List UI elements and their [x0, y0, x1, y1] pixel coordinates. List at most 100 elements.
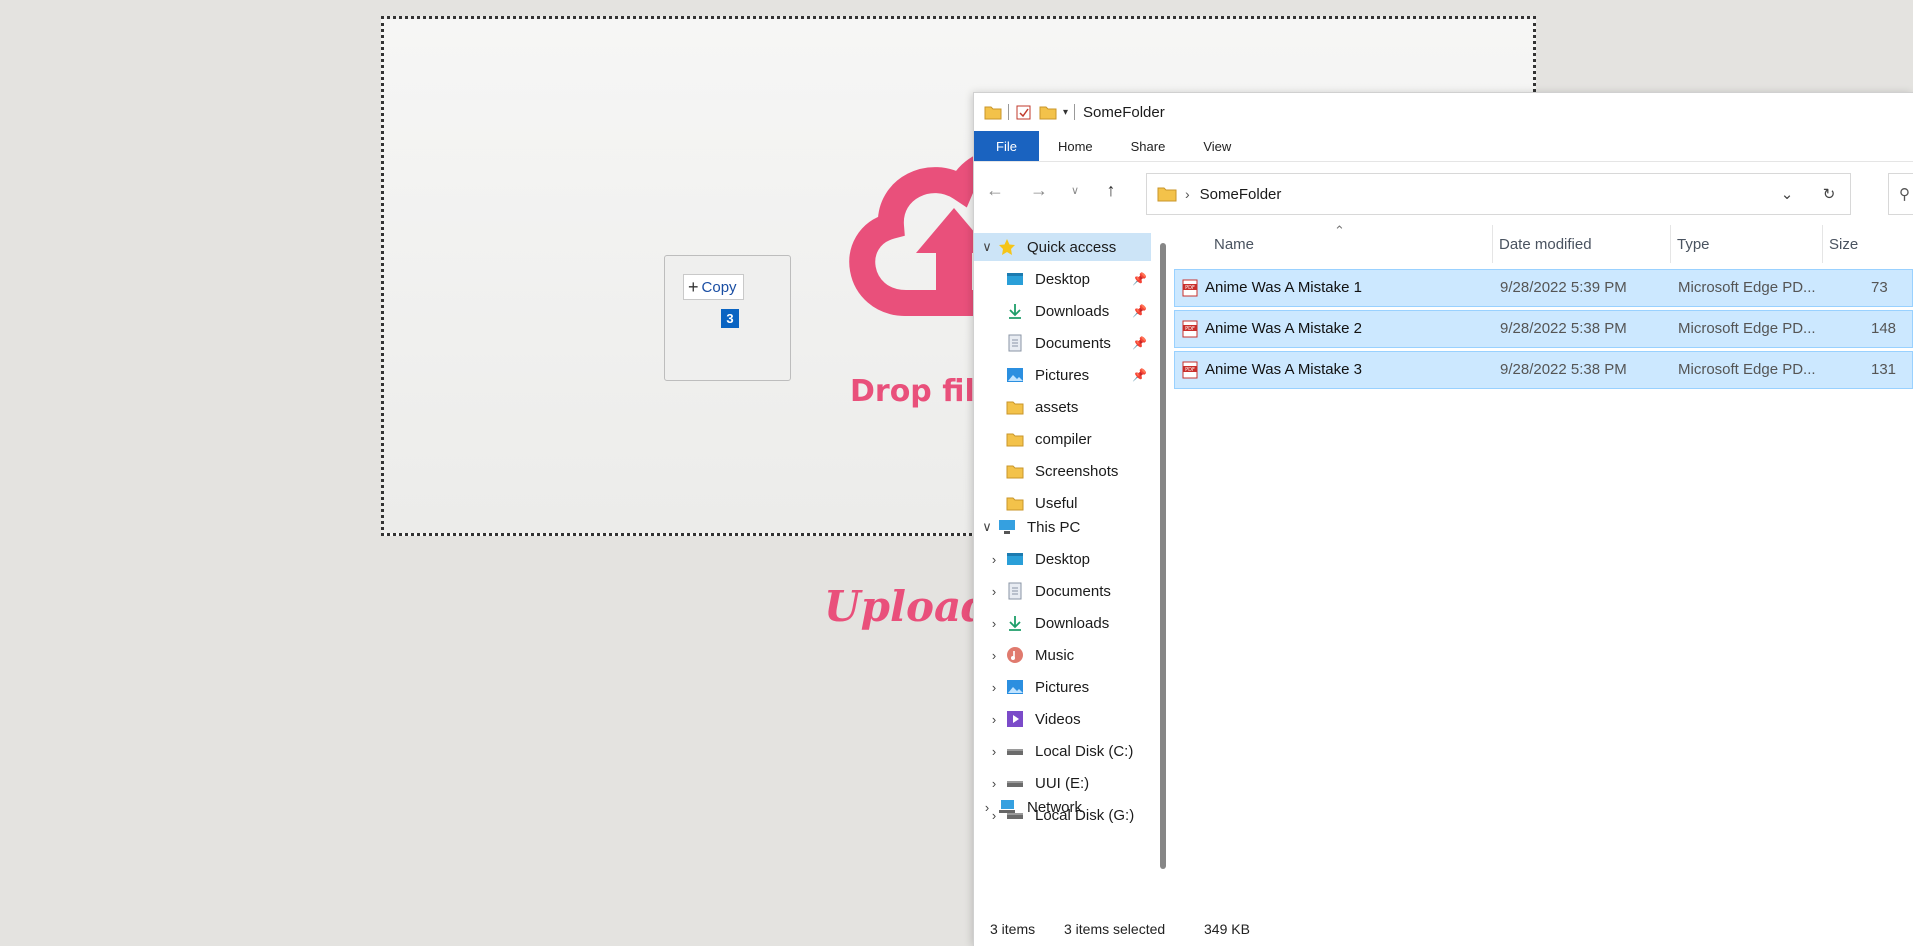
address-history-chevron-icon[interactable]: ⌄ [1766, 185, 1808, 203]
sidebar-item-documents[interactable]: Documents 📌 [974, 329, 1151, 357]
pin-icon[interactable]: 📌 [1132, 304, 1147, 318]
star-icon [997, 238, 1017, 256]
navigation-bar: ← → ∨ ↑ › SomeFolder ⌄ ↻ ⚲ [974, 163, 1913, 215]
sidebar-item-screenshots[interactable]: Screenshots [974, 457, 1151, 485]
search-input[interactable]: ⚲ [1888, 173, 1913, 215]
title-bar: ▾ SomeFolder [974, 93, 1913, 131]
forward-arrow-icon[interactable]: → [1022, 173, 1056, 207]
quick-access-toolbar: ▾ [974, 104, 1076, 121]
search-icon: ⚲ [1899, 186, 1910, 203]
chevron-right-icon[interactable]: › [987, 712, 1001, 727]
file-type: Microsoft Edge PD... [1678, 279, 1816, 296]
column-divider[interactable] [1822, 225, 1823, 263]
chevron-right-icon[interactable]: › [987, 552, 1001, 567]
chevron-right-icon[interactable]: › [987, 648, 1001, 663]
tab-share[interactable]: Share [1112, 131, 1185, 161]
tab-home[interactable]: Home [1039, 131, 1112, 161]
column-header-type[interactable]: Type [1677, 236, 1710, 253]
sidebar-item-pictures[interactable]: Pictures 📌 [974, 361, 1151, 389]
chevron-down-icon[interactable]: ∨ [980, 519, 994, 535]
documents-icon [1005, 582, 1025, 600]
sidebar-item-videos[interactable]: › Videos [974, 705, 1151, 733]
file-size: 148 [1871, 320, 1897, 337]
pictures-icon [1005, 678, 1025, 696]
sidebar-item-compiler[interactable]: compiler [974, 425, 1151, 453]
chevron-right-icon[interactable]: › [987, 744, 1001, 759]
table-row[interactable]: PDF Anime Was A Mistake 2 9/28/2022 5:38 P… [1174, 310, 1913, 348]
tab-view[interactable]: View [1184, 131, 1250, 161]
pdf-file-icon: PDF [1182, 361, 1198, 379]
pin-icon[interactable]: 📌 [1132, 336, 1147, 350]
sidebar-item-label: Desktop [1035, 550, 1091, 568]
sidebar-item-label: Useful [1035, 494, 1078, 512]
ribbon-tabs: File Home Share View [974, 131, 1913, 162]
music-icon [1005, 646, 1025, 664]
chevron-right-icon[interactable]: › [987, 776, 1001, 791]
file-name: Anime Was A Mistake 1 [1205, 279, 1363, 296]
up-arrow-icon[interactable]: ↑ [1094, 173, 1128, 207]
chevron-right-icon[interactable]: › [987, 680, 1001, 695]
folder-icon [1157, 187, 1177, 202]
customize-toolbar-icon[interactable]: ▾ [1063, 107, 1068, 118]
recent-locations-icon[interactable]: ∨ [1066, 173, 1084, 207]
sidebar-item-quick-access[interactable]: ∨ Quick access [974, 233, 1151, 261]
new-folder-icon[interactable] [1039, 105, 1057, 120]
column-header-date[interactable]: Date modified [1499, 236, 1592, 253]
pin-icon[interactable]: 📌 [1132, 368, 1147, 382]
properties-icon[interactable] [1015, 104, 1033, 121]
sidebar-item-pictures[interactable]: › Pictures [974, 673, 1151, 701]
sidebar-item-label: Local Disk (C:) [1035, 742, 1134, 760]
chevron-down-icon[interactable]: ∨ [980, 239, 994, 255]
column-headers: ⌃ Name Date modified Type Size [1174, 223, 1913, 263]
videos-icon [1005, 710, 1025, 728]
address-bar[interactable]: › SomeFolder ⌄ ↻ [1146, 173, 1851, 215]
sidebar-item-label: This PC [1027, 518, 1081, 536]
sidebar-item-this-pc[interactable]: ∨ This PC [974, 513, 1151, 541]
sidebar-item-documents[interactable]: › Documents [974, 577, 1151, 605]
folder-icon [1005, 494, 1025, 512]
status-selected-size: 349 KB [1204, 920, 1250, 937]
svg-text:PDF: PDF [1185, 285, 1195, 291]
refresh-icon[interactable]: ↻ [1808, 185, 1850, 203]
file-size: 131 [1871, 361, 1897, 378]
sidebar-item-downloads[interactable]: › Downloads [974, 609, 1151, 637]
column-header-size[interactable]: Size [1829, 236, 1858, 253]
column-divider[interactable] [1670, 225, 1671, 263]
drag-ghost: + Copy 3 [664, 255, 791, 381]
sidebar-item-local-disk-c[interactable]: › Local Disk (C:) [974, 737, 1151, 765]
chevron-right-icon[interactable]: › [987, 616, 1001, 631]
folder-icon [1005, 398, 1025, 416]
pictures-icon [1005, 366, 1025, 384]
sidebar-item-label: Screenshots [1035, 462, 1119, 480]
sidebar-item-downloads[interactable]: Downloads 📌 [974, 297, 1151, 325]
divider [1074, 104, 1076, 120]
pdf-file-icon: PDF [1182, 320, 1198, 338]
drive-icon [1005, 774, 1025, 792]
sidebar-item-network[interactable]: › Network [974, 793, 1151, 821]
table-row[interactable]: PDF Anime Was A Mistake 3 9/28/2022 5:38 P… [1174, 351, 1913, 389]
table-row[interactable]: PDF Anime Was A Mistake 1 9/28/2022 5:39 P… [1174, 269, 1913, 307]
chevron-right-icon[interactable]: › [980, 800, 994, 815]
column-header-name[interactable]: Name [1214, 236, 1254, 253]
chevron-right-icon[interactable]: › [987, 584, 1001, 599]
file-type: Microsoft Edge PD... [1678, 320, 1816, 337]
file-type: Microsoft Edge PD... [1678, 361, 1816, 378]
tab-file[interactable]: File [974, 131, 1039, 161]
breadcrumb-chevron-icon[interactable]: › [1185, 186, 1190, 202]
sidebar-item-desktop[interactable]: › Desktop [974, 545, 1151, 573]
copy-label: Copy [701, 278, 737, 296]
pin-icon[interactable]: 📌 [1132, 272, 1147, 286]
sidebar-item-assets[interactable]: assets [974, 393, 1151, 421]
download-icon [1005, 614, 1025, 632]
breadcrumb-folder[interactable]: SomeFolder [1200, 186, 1282, 203]
sidebar-item-desktop[interactable]: Desktop 📌 [974, 265, 1151, 293]
network-icon [997, 798, 1017, 816]
sidebar-item-label: Documents [1035, 334, 1111, 352]
file-explorer-window: ▾ SomeFolder File Home Share View ← → ∨ … [974, 93, 1913, 946]
navigation-scrollbar[interactable] [1160, 243, 1166, 869]
back-arrow-icon[interactable]: ← [978, 173, 1012, 207]
sidebar-item-music[interactable]: › Music [974, 641, 1151, 669]
sidebar-item-label: assets [1035, 398, 1079, 416]
status-selected-count: 3 items selected [1064, 920, 1166, 937]
column-divider[interactable] [1492, 225, 1493, 263]
